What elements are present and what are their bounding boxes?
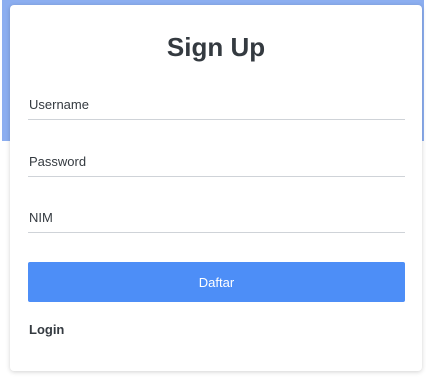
signup-card: Sign Up Daftar Login xyxy=(10,5,422,371)
page-title: Sign Up xyxy=(166,32,266,62)
nim-field[interactable] xyxy=(28,203,405,233)
daftar-button[interactable]: Daftar xyxy=(28,262,405,302)
login-link[interactable]: Login xyxy=(29,322,64,338)
page: Sign Up Daftar Login xyxy=(0,0,426,378)
username-field[interactable] xyxy=(28,90,405,120)
password-field[interactable] xyxy=(28,147,405,177)
